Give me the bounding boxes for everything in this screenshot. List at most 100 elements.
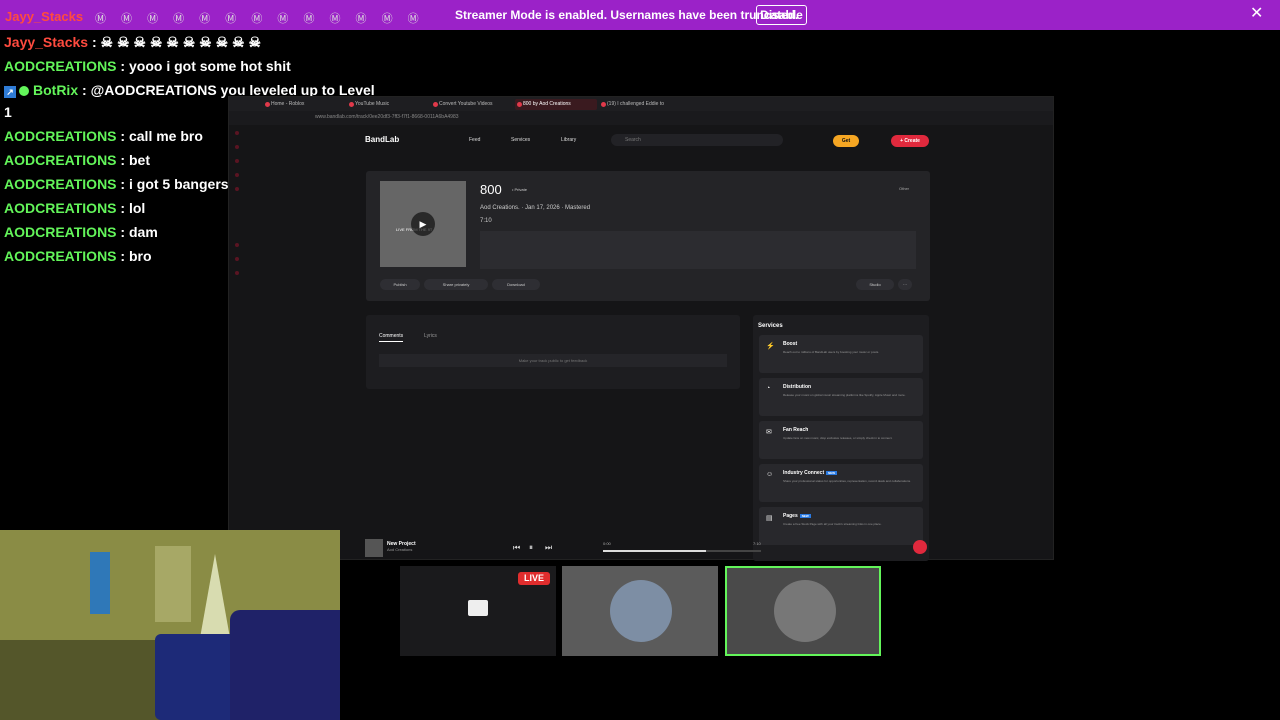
sidebar-icon[interactable] [235,131,239,135]
progress-bar[interactable] [603,550,761,552]
time-total: 7:10 [753,541,761,546]
avatar [610,580,672,642]
more-button[interactable]: ··· [898,279,912,290]
participant-tile-speaking[interactable] [725,566,881,656]
pause-icon[interactable]: ⏸ [529,543,533,553]
browser-tab[interactable]: Convert Youtube Videos [431,99,513,110]
prev-icon[interactable]: ⏮ [513,543,520,553]
tab-comments[interactable]: Comments [379,333,404,342]
chat-message: bro [128,248,152,264]
service-distribution[interactable]: ◔ Distribution Release your music on glo… [759,378,923,416]
chat-username: AODCREATIONS [4,128,117,144]
service-desc: Share your professional status for oppor… [783,479,911,483]
live-badge: LIVE [518,572,550,585]
nav-library[interactable]: Library [561,137,576,143]
next-icon[interactable]: ⏭ [545,543,552,553]
service-industry-connect[interactable]: ☺ Industry Connect NEW Share your profess… [759,464,923,502]
monitor-icon [468,600,488,616]
webcam-sofa [230,610,340,720]
waveform[interactable] [480,231,916,269]
webcam-feed [0,530,340,720]
service-desc: Update fans on new music, drop exclusive… [783,436,893,440]
screen-share: Home - Roblox YouTube Music Convert Yout… [228,96,1054,561]
tab-favicon-icon [433,102,438,107]
nav-feed[interactable]: Feed [469,137,480,143]
chat-line: AODCREATIONS : dam [4,224,158,240]
chat-username: AODCREATIONS [4,248,117,264]
chat-line: AODCREATIONS : i got 5 bangers for u [4,176,264,192]
service-fan-reach[interactable]: ✉ Fan Reach Update fans on new music, dr… [759,421,923,459]
service-boost[interactable]: ⚡ Boost Reach out to millions of BandLab… [759,335,923,373]
verified-icon [19,86,29,96]
participant-tile[interactable] [562,566,718,656]
tab-favicon-icon [349,102,354,107]
chat-message: bet [128,152,150,168]
service-desc: Create a free Stock Page with all your t… [783,522,882,526]
tab-label: 800 by Aod Creations [523,101,571,107]
sidebar-icon[interactable] [235,159,239,163]
download-button[interactable]: Download [492,279,540,290]
call-participants: LIVE [400,566,882,658]
nav-services[interactable]: Services [511,137,530,143]
chat-separator: : [116,224,129,240]
time-elapsed: 0:00 [603,541,611,546]
tab-favicon-icon [601,102,606,107]
player-artist: Aod Creations [387,547,413,552]
bot-badge-icon: ↗ [4,86,16,98]
chat-separator: : [116,128,129,144]
player-bar: New Project Aod Creations ⏮ ⏸ ⏭ 0:00 7:1… [363,537,927,559]
browser-tab[interactable]: Home - Roblox [263,99,345,110]
sidebar-icon[interactable] [235,257,239,261]
publish-button[interactable]: Publish [380,279,420,290]
chat-message: 1 [4,104,12,120]
address-bar[interactable]: www.bandlab.com/track/0ee20df3-7ff3-f7f1… [229,111,1053,125]
queue-icon[interactable] [913,540,927,554]
chat-message: ☠ ☠ ☠ ☠ ☠ ☠ ☠ ☠ ☠ ☠ [100,34,262,50]
share-privately-button[interactable]: Share privately [424,279,488,290]
tab-favicon-icon [265,102,270,107]
chat-username: AODCREATIONS [4,224,117,240]
play-icon[interactable]: ▶ [411,212,435,236]
sidebar-icon[interactable] [235,145,239,149]
browser-tab[interactable]: (19) I challenged Eddie to [599,99,681,110]
service-name: Pages NEW [783,513,811,519]
chat-username: Jayy_Stacks [4,34,89,50]
sidebar-icon[interactable] [235,187,239,191]
browser-tab-bar: Home - Roblox YouTube Music Convert Yout… [229,97,1053,111]
sidebar-icon[interactable] [235,271,239,275]
chat-message: dam [128,224,158,240]
studio-button[interactable]: Studio [856,279,894,290]
tab-lyrics[interactable]: Lyrics [424,333,437,339]
chat-message: call me bro [128,128,203,144]
tab-label: Convert Youtube Videos [439,101,493,107]
avatar [774,580,836,642]
browser-tab[interactable]: YouTube Music [347,99,429,110]
close-icon[interactable]: ✕ [1250,6,1263,22]
service-name-text: Boost [783,341,798,347]
chat-line: AODCREATIONS : call me bro [4,128,203,144]
search-input[interactable]: Search [611,134,783,146]
banner-message: Streamer Mode is enabled. Usernames have… [455,8,799,22]
sidebar-icon[interactable] [235,243,239,247]
player-thumbnail [365,539,383,557]
create-button[interactable]: + Create [891,135,929,147]
chat-separator: : [78,82,91,98]
services-heading: Services [758,323,783,329]
banner-username: Jayy_Stacks [5,9,84,24]
chat-separator: : [116,152,129,168]
chat-line: AODCREATIONS : yooo i got some hot shit [4,58,291,74]
webcam-floor [0,640,160,720]
disable-button[interactable]: Disable [756,5,807,25]
chat-line: AODCREATIONS : lol [4,200,145,216]
bandlab-logo[interactable]: BandLab [365,135,399,144]
sidebar-icon[interactable] [235,173,239,177]
chat-separator: : [116,58,129,74]
browser-tab-active[interactable]: 800 by Aod Creations [515,99,597,110]
get-button[interactable]: Get [833,135,859,147]
genre-label: Other [899,186,910,191]
track-cover: LIVE FROM THE 9T ▶ [380,181,466,267]
pages-icon: ▤ [766,515,773,522]
webcam-window [90,552,110,614]
participant-screen[interactable]: LIVE [400,566,556,656]
track-duration: 7:10 [480,218,492,224]
